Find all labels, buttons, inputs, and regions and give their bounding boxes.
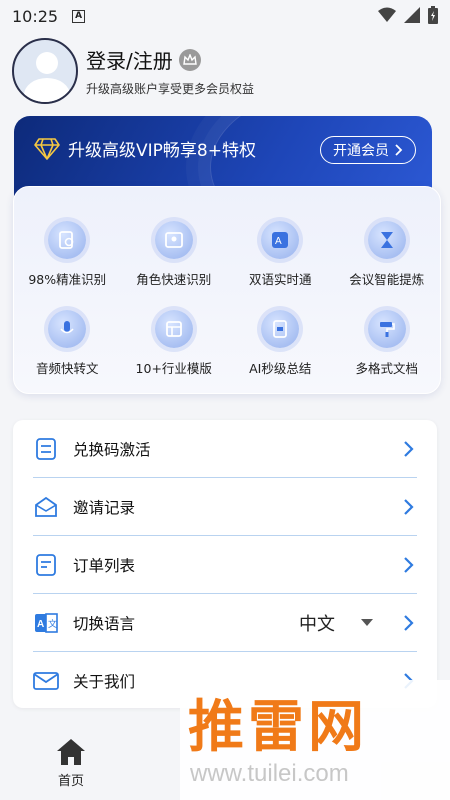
translate-icon: A [261, 221, 300, 259]
watermark-logo: 推雷网 [188, 695, 368, 760]
feature-panel: 98%精准识别 角色快速识别 A 双语实时通 会议智能提炼 音频快转文 10+行… [13, 186, 441, 394]
hourglass-icon [367, 221, 406, 259]
feature-label: 音频快转文 [35, 361, 99, 376]
menu-item-label: 切换语言 [73, 614, 136, 633]
login-register-link[interactable]: 登录/注册 [86, 45, 173, 74]
feature-label: 会议智能提炼 [349, 272, 425, 287]
svg-text:A: A [275, 236, 282, 247]
svg-text:文: 文 [48, 618, 57, 630]
menu-item-label: 关于我们 [73, 673, 136, 691]
feature-item[interactable]: 10+行业模版 [121, 310, 228, 377]
avatar[interactable] [12, 38, 78, 104]
microphone-icon [48, 310, 87, 348]
feature-label: 多格式文档 [355, 361, 418, 376]
nav-home-label: 首页 [57, 774, 84, 789]
envelope-open-icon [33, 494, 59, 520]
order-list-icon [33, 552, 59, 578]
feature-item[interactable]: AI秒级总结 [227, 310, 334, 377]
crown-icon [178, 48, 201, 71]
document-scan-icon [48, 221, 87, 259]
feature-label: 10+行业模版 [135, 361, 212, 376]
menu-item-invite-records[interactable]: 邀请记录 [33, 478, 417, 536]
mail-icon [33, 668, 59, 694]
exchange-code-icon [33, 436, 59, 462]
menu-item-switch-language[interactable]: A文 切换语言 中文 [33, 594, 417, 652]
chevron-right-icon [401, 439, 417, 459]
menu-item-redeem-code[interactable]: 兑换码激活 [33, 420, 417, 478]
nav-tab-home[interactable]: 首页 [56, 738, 86, 789]
home-icon [57, 739, 85, 765]
login-subtitle: 升级高级账户享受更多会员权益 [86, 82, 255, 96]
notification-a-icon: A [72, 9, 86, 23]
feature-item[interactable]: 会议智能提炼 [334, 221, 441, 288]
battery-icon [428, 6, 438, 24]
feature-item[interactable]: 角色快速识别 [121, 221, 228, 288]
people-id-icon [154, 221, 193, 259]
template-icon [154, 310, 193, 348]
caret-down-icon [361, 618, 373, 626]
feature-label: 双语实时通 [248, 272, 312, 287]
watermark: 推雷网 www.tuilei.com [180, 680, 450, 800]
menu-item-label: 订单列表 [73, 556, 136, 575]
paint-roller-icon [367, 310, 406, 348]
menu-item-label: 兑换码激活 [73, 440, 151, 459]
svg-text:A: A [37, 619, 44, 630]
vip-title: 升级高级VIP畅享8+特权 [68, 141, 256, 161]
chevron-right-icon [401, 555, 417, 575]
feature-label: 角色快速识别 [136, 272, 212, 287]
language-select[interactable]: 中文 [299, 610, 373, 636]
settings-menu: 兑换码激活 邀请记录 订单列表 A文 切换语言 中文 关于我们 [13, 420, 437, 708]
ai-summary-icon [261, 310, 300, 348]
feature-item[interactable]: A 双语实时通 [227, 221, 334, 288]
signal-icon [404, 7, 420, 23]
language-icon: A文 [33, 610, 59, 636]
feature-item[interactable]: 98%精准识别 [14, 221, 121, 288]
language-value: 中文 [299, 613, 335, 635]
feature-label: 98%精准识别 [28, 272, 107, 287]
feature-label: AI秒级总结 [249, 361, 312, 376]
diamond-icon [34, 137, 60, 160]
watermark-url: www.tuilei.com [190, 760, 349, 787]
feature-item[interactable]: 音频快转文 [14, 310, 121, 377]
status-time: 10:25 [12, 6, 59, 26]
feature-item[interactable]: 多格式文档 [334, 310, 441, 377]
status-bar: 10:25 A [0, 0, 450, 32]
wifi-icon [378, 7, 396, 22]
menu-item-label: 邀请记录 [73, 498, 136, 517]
chevron-right-icon [401, 497, 417, 517]
profile-header[interactable]: 登录/注册 升级高级账户享受更多会员权益 [12, 38, 254, 104]
chevron-right-icon [395, 144, 403, 156]
status-icons [378, 6, 438, 24]
open-membership-button[interactable]: 开通会员 [320, 136, 416, 164]
open-membership-label: 开通会员 [333, 143, 389, 159]
menu-item-order-list[interactable]: 订单列表 [33, 536, 417, 594]
chevron-right-icon [401, 613, 417, 633]
